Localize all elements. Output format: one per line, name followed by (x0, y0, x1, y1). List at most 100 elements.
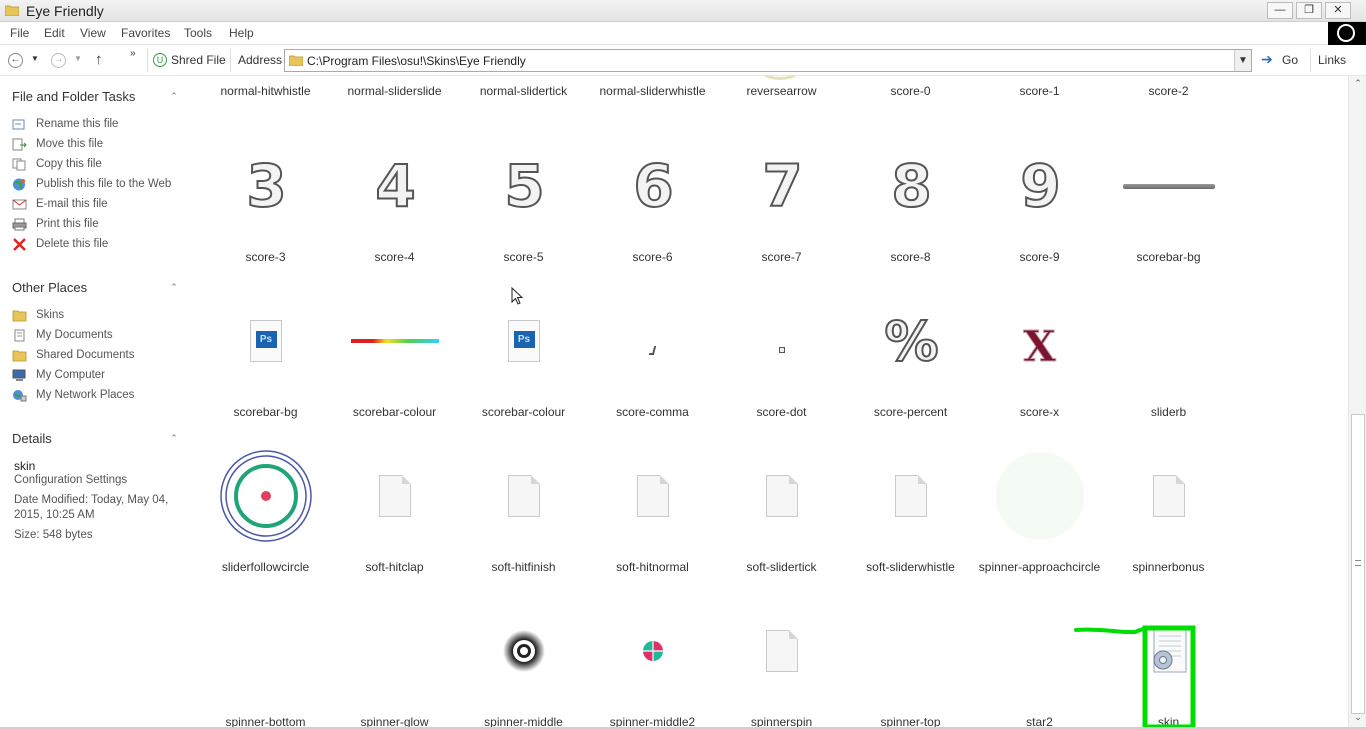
file-item[interactable]: spinnerspin (717, 591, 846, 729)
close-button[interactable]: ✕ (1325, 2, 1351, 19)
file-list: normal-hitwhistle normal-sliderslide nor… (200, 76, 1348, 729)
folder-icon (12, 350, 27, 362)
mouse-cursor-icon (511, 287, 524, 305)
file-item[interactable]: sliderb (1104, 281, 1233, 431)
computer-icon (12, 369, 26, 381)
scorebar-colour-thumb (350, 339, 439, 343)
restore-button[interactable]: ❐ (1296, 2, 1322, 19)
file-item[interactable]: score-2 (1104, 76, 1233, 110)
toolbar-overflow-icon[interactable]: » (130, 48, 136, 59)
go-arrow-icon[interactable]: ➔ (1261, 51, 1273, 68)
address-bar[interactable]: C:\Program Files\osu!\Skins\Eye Friendly… (284, 49, 1252, 72)
other-places-title: Other Places (12, 280, 88, 295)
score-9-thumb: 9 (1019, 151, 1061, 221)
scorebar-bg-thumb (1122, 183, 1215, 189)
detail-modified: Date Modified: Today, May 04, (14, 494, 169, 506)
menu-file[interactable]: File (10, 26, 29, 40)
folder-icon (12, 310, 27, 322)
sliderfollowcircle-thumb (219, 450, 312, 542)
file-item[interactable]: soft-slidertick (717, 436, 846, 586)
blank-file-icon (636, 475, 669, 517)
score-7-thumb: 7 (761, 151, 803, 221)
blank-file-icon (894, 475, 927, 517)
file-item[interactable]: score-0 (846, 76, 975, 110)
toolbar-divider (147, 49, 148, 72)
file-item[interactable]: score-comma (588, 281, 717, 431)
back-dropdown-icon[interactable]: ▼ (31, 54, 39, 63)
collapse-icon[interactable]: ⌃ (168, 91, 180, 103)
scroll-down-icon[interactable]: ⌄ (1352, 712, 1364, 724)
score-6-thumb: 6 (632, 151, 674, 221)
file-item[interactable]: 7 score-7 (717, 126, 846, 276)
photoshop-file-icon: Ps (249, 320, 282, 362)
file-item[interactable]: 9 score-9 (975, 126, 1104, 276)
file-item[interactable]: sliderfollowcircle (201, 436, 330, 586)
scrollbar-thumb[interactable] (1351, 414, 1365, 714)
details-title: Details (12, 431, 52, 446)
menu-help[interactable]: Help (229, 26, 254, 40)
email-icon (12, 199, 27, 210)
vertical-scrollbar[interactable]: ⌃ ⌄ (1348, 76, 1366, 729)
collapse-icon[interactable]: ⌃ (168, 433, 180, 445)
file-item[interactable]: normal-hitwhistle (201, 76, 330, 110)
blank-file-icon (1152, 475, 1185, 517)
menu-edit[interactable]: Edit (44, 26, 65, 40)
menu-view[interactable]: View (80, 26, 106, 40)
detail-modified-time: 2015, 10:25 AM (14, 509, 95, 521)
menu-tools[interactable]: Tools (184, 26, 212, 40)
menu-favorites[interactable]: Favorites (121, 26, 170, 40)
file-item[interactable]: scorebar-bg (1104, 126, 1233, 276)
file-item[interactable]: spinner-approachcircle (975, 436, 1104, 586)
score-dot-thumb (778, 347, 785, 353)
file-item[interactable]: 3 score-3 (201, 126, 330, 276)
file-item[interactable]: X score-x (975, 281, 1104, 431)
address-dropdown-icon[interactable]: ▼ (1234, 50, 1251, 71)
file-item[interactable]: spinner-bottom (201, 591, 330, 729)
links-button[interactable]: Links (1318, 53, 1346, 67)
collapse-icon[interactable]: ⌃ (168, 282, 180, 294)
blank-file-icon (765, 630, 798, 672)
up-folder-icon[interactable]: ↑ (95, 51, 103, 68)
minimize-button[interactable]: — (1267, 2, 1293, 19)
file-item[interactable]: soft-sliderwhistle (846, 436, 975, 586)
delete-icon (13, 238, 26, 251)
file-item[interactable]: Ps scorebar-bg (201, 281, 330, 431)
scroll-up-icon[interactable]: ⌃ (1352, 78, 1364, 90)
file-item[interactable]: scorebar-colour (330, 281, 459, 431)
file-item[interactable]: normal-slidertick (459, 76, 588, 110)
file-item[interactable]: soft-hitfinish (459, 436, 588, 586)
score-x-thumb: X (1023, 321, 1057, 371)
file-item[interactable]: 4 score-4 (330, 126, 459, 276)
file-item[interactable]: 6 score-6 (588, 126, 717, 276)
file-item[interactable]: 5 score-5 (459, 126, 588, 276)
blank-file-icon (507, 475, 540, 517)
menu-bar: File Edit View Favorites Tools Help (0, 22, 1366, 45)
address-label: Address (238, 53, 283, 67)
shred-file-button[interactable]: Shred File (171, 53, 226, 67)
file-item[interactable]: normal-sliderslide (330, 76, 459, 110)
copy-icon (12, 158, 26, 171)
go-button[interactable]: Go (1282, 53, 1298, 67)
file-item[interactable]: spinner-middle (459, 591, 588, 729)
file-item[interactable]: soft-hitclap (330, 436, 459, 586)
file-item[interactable]: reversearrow (717, 76, 846, 110)
file-item[interactable]: spinner-top (846, 591, 975, 729)
file-item[interactable]: spinner-middle2 (588, 591, 717, 729)
address-input[interactable]: C:\Program Files\osu!\Skins\Eye Friendly (307, 54, 526, 68)
forward-dropdown-icon[interactable]: ▼ (74, 54, 82, 63)
file-item[interactable]: % score-percent (846, 281, 975, 431)
file-item[interactable]: score-dot (717, 281, 846, 431)
toolbar-divider (1310, 49, 1311, 72)
score-comma-thumb (648, 345, 657, 355)
forward-icon[interactable]: → (51, 53, 66, 68)
file-item[interactable]: spinnerbonus (1104, 436, 1233, 586)
back-icon[interactable]: ← (8, 53, 23, 68)
score-percent-thumb: % (883, 309, 939, 374)
file-item[interactable]: score-1 (975, 76, 1104, 110)
folder-icon (5, 5, 19, 16)
file-item[interactable]: normal-sliderwhistle (588, 76, 717, 110)
file-item[interactable]: 8 score-8 (846, 126, 975, 276)
file-item[interactable]: spinner-glow (330, 591, 459, 729)
rename-icon (12, 119, 25, 130)
file-item[interactable]: soft-hitnormal (588, 436, 717, 586)
